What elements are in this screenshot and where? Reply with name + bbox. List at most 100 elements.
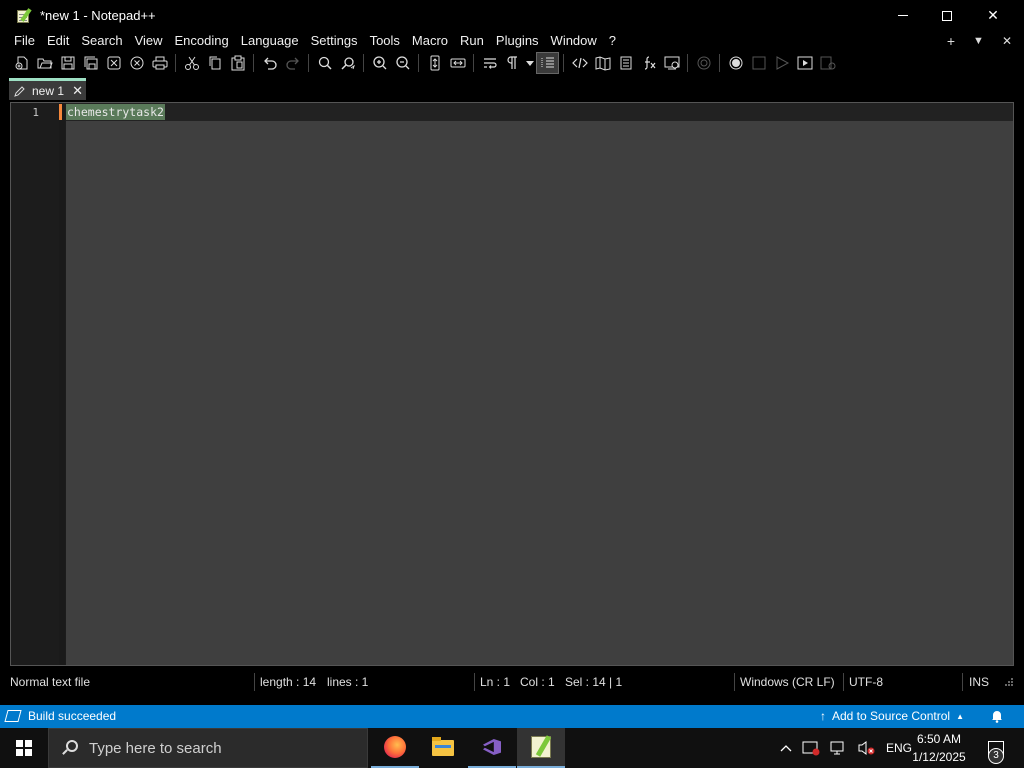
save-macro-icon[interactable] — [816, 52, 839, 74]
network-icon[interactable] — [825, 728, 853, 768]
sync-horizontal-icon[interactable] — [446, 52, 469, 74]
taskbar-firefox[interactable] — [371, 728, 419, 768]
add-to-source-control-button[interactable]: ↑ Add to Source Control ▲ — [820, 705, 964, 728]
minimize-icon — [898, 15, 908, 16]
play-macro-icon[interactable] — [770, 52, 793, 74]
toolbar-separator — [418, 54, 419, 72]
open-file-icon[interactable] — [33, 52, 56, 74]
print-icon[interactable] — [148, 52, 171, 74]
vs-status-bar: Build succeeded ↑ Add to Source Control … — [0, 705, 1024, 728]
taskbar-notepad-plus-plus[interactable] — [517, 728, 565, 768]
system-tray: ENG — [775, 728, 917, 768]
menu-language[interactable]: Language — [235, 31, 305, 51]
close-document-icon[interactable]: ✕ — [1002, 34, 1012, 48]
tab-list-dropdown-icon[interactable]: ▼ — [973, 35, 984, 47]
menu-search[interactable]: Search — [75, 31, 128, 51]
close-icon: ✕ — [987, 7, 999, 23]
stop-macro-icon[interactable] — [747, 52, 770, 74]
minimize-button[interactable] — [880, 0, 926, 31]
volume-muted-icon[interactable] — [853, 728, 881, 768]
notepad-plus-plus-icon — [531, 736, 551, 758]
indent-guide-icon[interactable] — [536, 52, 559, 74]
paste-icon[interactable] — [226, 52, 249, 74]
text-area[interactable]: chemestrytask2 — [66, 103, 1013, 665]
taskbar-visual-studio[interactable] — [468, 728, 516, 768]
notification-bell-icon[interactable] — [990, 709, 1004, 726]
close-icon[interactable] — [102, 52, 125, 74]
save-all-icon[interactable] — [79, 52, 102, 74]
menu-settings[interactable]: Settings — [305, 31, 364, 51]
xml-tag-icon[interactable] — [568, 52, 591, 74]
source-control-label: Add to Source Control — [832, 709, 951, 723]
cut-icon[interactable] — [180, 52, 203, 74]
sync-vertical-icon[interactable] — [423, 52, 446, 74]
close-window-button[interactable]: ✕ — [970, 0, 1016, 31]
show-hidden-icons-button[interactable] — [775, 728, 797, 768]
status-divider — [254, 673, 255, 691]
status-encoding[interactable]: UTF-8 — [849, 669, 883, 695]
editor-pane[interactable]: 1 chemestrytask2 — [10, 102, 1014, 666]
maximize-icon — [942, 10, 952, 21]
defender-icon[interactable] — [797, 728, 825, 768]
menu-file[interactable]: File — [8, 31, 41, 51]
menu-bar: File Edit Search View Encoding Language … — [0, 31, 1024, 51]
zoom-in-icon[interactable] — [368, 52, 391, 74]
replace-icon[interactable] — [336, 52, 359, 74]
new-file-icon[interactable] — [10, 52, 33, 74]
tab-close-icon[interactable]: ✕ — [72, 83, 83, 99]
undo-icon[interactable] — [258, 52, 281, 74]
toolbar-separator — [363, 54, 364, 72]
function-list-icon[interactable] — [637, 52, 660, 74]
caret-up-icon: ▲ — [956, 712, 964, 721]
folder-icon — [432, 737, 454, 756]
status-divider — [734, 673, 735, 691]
redo-icon[interactable] — [281, 52, 304, 74]
menu-view[interactable]: View — [129, 31, 169, 51]
status-selection: Sel : 14 | 1 — [565, 675, 623, 689]
document-map-icon[interactable] — [591, 52, 614, 74]
menu-macro[interactable]: Macro — [406, 31, 454, 51]
zoom-out-icon[interactable] — [391, 52, 414, 74]
document-list-icon[interactable] — [614, 52, 637, 74]
line-number: 1 — [32, 106, 39, 119]
fold-margin — [59, 103, 65, 665]
resize-grip-icon[interactable] — [1004, 677, 1014, 687]
taskbar-file-explorer[interactable] — [419, 728, 467, 768]
folder-workspace-icon[interactable] — [660, 52, 683, 74]
clock-time: 6:50 AM — [916, 732, 962, 746]
status-divider — [474, 673, 475, 691]
change-history-marker — [59, 104, 62, 120]
toolbar-separator — [563, 54, 564, 72]
word-wrap-icon[interactable] — [478, 52, 501, 74]
status-lines: lines : 1 — [327, 675, 369, 689]
new-tab-plus-icon[interactable]: + — [947, 33, 955, 49]
menu-encoding[interactable]: Encoding — [169, 31, 235, 51]
status-divider — [843, 673, 844, 691]
menu-tools[interactable]: Tools — [364, 31, 406, 51]
copy-icon[interactable] — [203, 52, 226, 74]
menu-edit[interactable]: Edit — [41, 31, 75, 51]
clock[interactable]: 6:50 AM 1/12/2025 — [906, 730, 972, 766]
status-divider — [962, 673, 963, 691]
dropdown-arrow-icon[interactable] — [524, 52, 536, 74]
menu-window[interactable]: Window — [545, 31, 603, 51]
monitoring-icon[interactable] — [692, 52, 715, 74]
find-icon[interactable] — [313, 52, 336, 74]
close-all-icon[interactable] — [125, 52, 148, 74]
record-macro-icon[interactable] — [724, 52, 747, 74]
start-button[interactable] — [0, 728, 48, 768]
run-macro-multiple-icon[interactable] — [793, 52, 816, 74]
menu-run[interactable]: Run — [454, 31, 490, 51]
selected-line-text[interactable]: chemestrytask2 — [66, 104, 165, 120]
taskbar-search-box[interactable]: Type here to search — [48, 728, 368, 768]
menu-help[interactable]: ? — [603, 31, 622, 51]
maximize-button[interactable] — [924, 0, 970, 31]
toolbar-separator — [473, 54, 474, 72]
menu-plugins[interactable]: Plugins — [490, 31, 545, 51]
show-all-chars-icon[interactable] — [501, 52, 524, 74]
save-icon[interactable] — [56, 52, 79, 74]
tab-bar: new 1 ✕ — [0, 75, 1024, 102]
toolbar — [0, 51, 1024, 75]
tab-new-1[interactable]: new 1 ✕ — [9, 78, 86, 100]
status-eol[interactable]: Windows (CR LF) — [740, 669, 835, 695]
